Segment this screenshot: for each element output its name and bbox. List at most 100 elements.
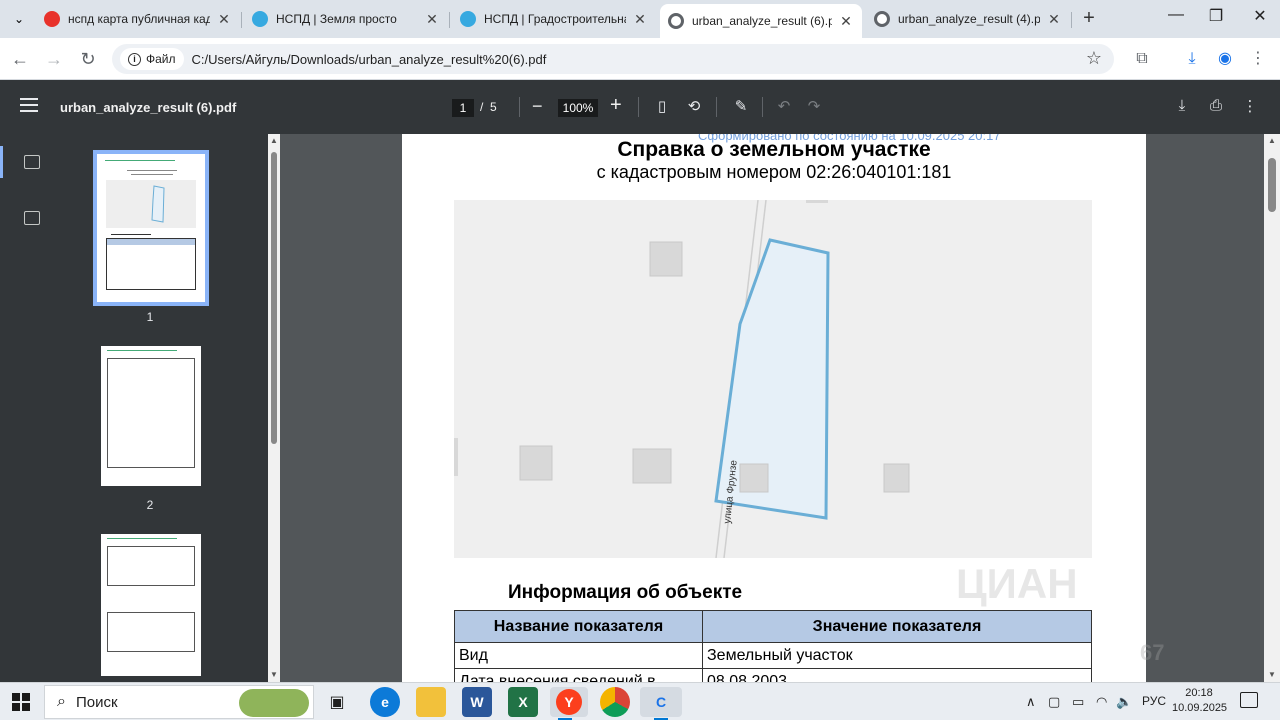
thumb-info-title (111, 234, 151, 235)
thumb-table (107, 612, 195, 652)
building (632, 448, 672, 484)
zoom-in-button[interactable]: + (610, 94, 622, 117)
yandex-browser-icon[interactable]: Y (550, 687, 588, 720)
scroll-down-icon[interactable]: ▼ (1268, 670, 1276, 679)
yandex-logo-icon: Y (556, 689, 582, 715)
minimize-button[interactable]: — (1164, 6, 1188, 30)
scroll-up-icon[interactable]: ▲ (270, 136, 278, 145)
main-scrollbar-thumb[interactable] (1268, 158, 1276, 212)
task-view-icon[interactable]: ▣ (322, 687, 352, 717)
sidebar-scrollbar-thumb[interactable] (271, 152, 277, 444)
word-icon[interactable]: W (462, 687, 492, 717)
tab-search-button[interactable]: ⌄ (8, 8, 30, 30)
tab-pdf-4[interactable]: urban_analyze_result (4).pdf ✕ (866, 4, 1070, 34)
taskbar-search[interactable]: ⌕ Поиск (44, 685, 314, 719)
zoom-level-input[interactable]: 100% (558, 99, 598, 117)
thumbnail-page-3[interactable] (101, 534, 201, 676)
close-icon[interactable]: ✕ (632, 11, 648, 28)
page-number-input[interactable]: 1 (452, 99, 474, 117)
thumb-parcel (151, 185, 165, 223)
battery-icon[interactable]: ▭ (1072, 694, 1084, 710)
extensions-icon[interactable]: ⧉ (1130, 47, 1154, 71)
close-window-button[interactable]: ✕ (1248, 6, 1272, 30)
close-icon[interactable]: ✕ (424, 11, 440, 28)
more-options-icon[interactable]: ⋮ (1240, 97, 1260, 117)
sidebar-scrollbar[interactable]: ▲ ▼ (268, 134, 280, 682)
file-explorer-icon[interactable] (416, 687, 446, 717)
clock[interactable]: 20:18 10.09.2025 (1172, 686, 1227, 716)
annotate-pen-icon[interactable]: ✎ (731, 97, 751, 117)
chromium-app-icon[interactable]: C (640, 687, 682, 720)
restore-button[interactable]: ❐ (1204, 6, 1228, 30)
tab-divider (1071, 12, 1072, 28)
globe-icon (874, 11, 890, 27)
profile-icon[interactable]: ◉ (1213, 47, 1237, 71)
thumb-subtitle (131, 174, 173, 175)
tab-title: НСПД | Земля просто (276, 12, 397, 26)
thumbnail-page-2[interactable] (101, 346, 201, 486)
tab-nspd-land[interactable]: НСПД | Земля просто ✕ (244, 4, 448, 34)
close-icon[interactable]: ✕ (838, 13, 854, 30)
notifications-icon[interactable] (1240, 692, 1258, 708)
pdf-toolbar: urban_analyze_result (6).pdf 1 / 5 − 100… (0, 80, 1280, 134)
language-indicator[interactable]: РУС (1142, 694, 1166, 708)
windows-start-icon[interactable] (12, 693, 30, 711)
thumbnails-view-icon[interactable] (24, 155, 40, 169)
tab-pdf-6[interactable]: urban_analyze_result (6).pdf ✕ (660, 4, 862, 38)
table-header-row: Название показателя Значение показателя (454, 610, 1092, 643)
column-header: Название показателя (454, 610, 703, 643)
edge-icon[interactable]: e (370, 687, 400, 717)
undo-icon[interactable]: ↶ (774, 97, 794, 117)
parcel-map-svg: улица Фрунзе (454, 200, 910, 558)
new-tab-button[interactable]: + (1078, 8, 1100, 30)
cian-watermark: ЦИАН (956, 560, 1078, 607)
info-section-title: Информация об объекте (508, 582, 743, 603)
download-icon[interactable]: ⤓ (1172, 97, 1192, 117)
clock-time: 20:18 (1185, 687, 1213, 699)
forward-button[interactable]: → (42, 47, 66, 71)
address-bar[interactable]: i Файл C:/Users/Айгуль/Downloads/urban_a… (112, 44, 1114, 74)
tab-title: НСПД | Градостроительная (484, 12, 626, 26)
scheme-label: Файл (146, 52, 176, 66)
tab-nspd-map[interactable]: нспд карта публичная када ✕ (36, 4, 240, 34)
scroll-up-icon[interactable]: ▲ (1268, 136, 1276, 145)
meet-now-icon[interactable]: ▢ (1048, 694, 1060, 710)
tab-title: urban_analyze_result (6).pdf (692, 14, 832, 28)
zoom-out-button[interactable]: − (532, 96, 543, 117)
scroll-down-icon[interactable]: ▼ (270, 670, 278, 679)
thumbnail-label-2: 2 (146, 498, 154, 512)
excel-icon[interactable]: X (508, 687, 538, 717)
bookmark-star-icon[interactable]: ☆ (1086, 48, 1102, 69)
reload-button[interactable]: ↻ (76, 47, 100, 71)
thumbnail-sidebar: 1 2 ▲ ▼ (0, 134, 280, 682)
menu-kebab-icon[interactable]: ⋮ (1246, 47, 1270, 71)
site-info-chip[interactable]: i Файл (120, 48, 184, 70)
sidebar-toggle-menu-icon[interactable] (20, 98, 38, 112)
thumbnail-page-1[interactable] (93, 150, 209, 306)
document-viewer[interactable]: Сформировано по состоянию на 10.09.2025 … (280, 134, 1280, 682)
redo-icon[interactable]: ↷ (804, 97, 824, 117)
yandex-favicon-icon (44, 11, 60, 27)
close-icon[interactable]: ✕ (1046, 11, 1062, 28)
downloads-icon[interactable]: ⤓ (1180, 47, 1204, 71)
chevron-down-icon: ⌄ (13, 12, 25, 26)
fit-page-icon[interactable]: ▯ (652, 97, 672, 117)
tray-overflow-icon[interactable]: ∧ (1026, 694, 1036, 710)
tab-nspd-urban[interactable]: НСПД | Градостроительная ✕ (452, 4, 656, 34)
building (883, 463, 910, 493)
document-title: urban_analyze_result (6).pdf (60, 100, 237, 115)
rotate-icon[interactable]: ⟲ (684, 97, 704, 117)
back-button[interactable]: ← (8, 47, 32, 71)
table-cell: Земельный участок (702, 642, 1092, 669)
volume-icon[interactable]: 🔈 (1116, 694, 1132, 710)
outline-view-icon[interactable] (24, 211, 40, 225)
url-text[interactable]: C:/Users/Айгуль/Downloads/urban_analyze_… (192, 52, 547, 67)
print-icon[interactable]: ⎙ (1206, 97, 1226, 117)
close-icon[interactable]: ✕ (216, 11, 232, 28)
tab-title: нспд карта публичная када (68, 12, 210, 26)
globe-icon (668, 13, 684, 29)
thumb-table (107, 546, 195, 586)
main-scrollbar[interactable]: ▲ ▼ (1264, 134, 1280, 682)
chrome-icon[interactable] (600, 687, 630, 717)
wifi-icon[interactable]: ◠ (1096, 694, 1107, 710)
